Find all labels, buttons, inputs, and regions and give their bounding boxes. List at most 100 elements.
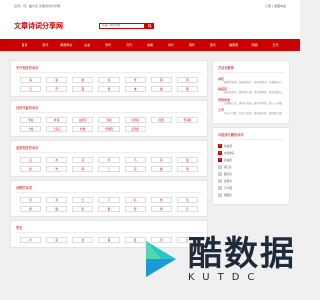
tag-link[interactable]: 义 [98, 197, 120, 203]
tag-link[interactable]: 月 [46, 86, 68, 92]
rank-item[interactable]: 8 雨霖铃 [218, 192, 284, 197]
tag-link[interactable]: 勇 [20, 206, 42, 212]
tag-link[interactable]: 秋 [72, 77, 94, 83]
rank-item[interactable]: 6 如梦令 [218, 178, 284, 183]
rank-title-text[interactable]: 将进酒 [224, 144, 232, 148]
rank-title-text[interactable]: 水调歌头 [224, 151, 234, 155]
recommend-item[interactable]: 登鹳雀楼 白日依山尽，黄河入海流。欲穷千里目，更上一层楼。 [218, 98, 284, 105]
nav-item[interactable]: 先秦 [77, 43, 98, 47]
recommend-item[interactable]: 春晓 春眠不觉晓，处处闻啼鸟。夜来风雨声，花落知多少。 [218, 77, 284, 84]
nav-item[interactable]: 清代 [160, 43, 181, 47]
recommend-item[interactable]: 静夜思 床前明月光，疑是地上霜。举头望明月，低头思故乡。 [218, 87, 284, 94]
tag-link[interactable]: 兰 [98, 166, 120, 172]
recommend-item[interactable]: 江雪 千山鸟飞绝，万径人踪灭。孤舟蓑笠翁，独钓寒江雪。 [218, 108, 284, 115]
tag-link[interactable]: 草 [98, 157, 120, 163]
rank-item[interactable]: 4 满江红 [218, 164, 284, 169]
tag-link[interactable]: 水 [46, 157, 68, 163]
tag-link[interactable]: 花 [72, 157, 94, 163]
tag-link[interactable]: 梅 [72, 166, 94, 172]
tag-link[interactable]: 礼 [124, 197, 146, 203]
tag-link[interactable]: 孟浩然 [124, 126, 146, 132]
tag-link[interactable]: 廉 [46, 206, 68, 212]
nav-item[interactable]: 魏晋南 [223, 43, 244, 47]
tag-link[interactable]: 李商隐 [98, 126, 120, 132]
rank-title-text[interactable]: 雨霖铃 [224, 193, 232, 197]
nav-item[interactable]: 现代 [202, 43, 223, 47]
tag-link[interactable]: 竹 [46, 166, 68, 172]
rank-title-text[interactable]: 如梦令 [224, 179, 232, 183]
rank-title-text[interactable]: 念奴娇 [224, 158, 232, 162]
tag-link[interactable]: 霜 [150, 86, 172, 92]
tag-link[interactable]: 雷 [98, 86, 120, 92]
tag-grid: 春夏秋冬雪雨风云月露雷电霜雾 [16, 77, 202, 92]
tag-link[interactable]: 耻 [72, 206, 94, 212]
tag-link[interactable]: 让 [176, 206, 198, 212]
nav-item[interactable]: 两晋南北 [56, 43, 77, 47]
tag-link[interactable]: 春 [20, 77, 42, 83]
nav-item[interactable]: 明代 [181, 43, 202, 47]
nav-item[interactable]: 五代 [265, 43, 286, 47]
tag-link[interactable]: 杜甫 [46, 117, 68, 123]
tag-link[interactable]: 山 [20, 157, 42, 163]
nav-item[interactable]: 元代 [119, 43, 140, 47]
tag-link[interactable]: 松 [20, 166, 42, 172]
rank-item[interactable]: 7 声声慢 [218, 185, 284, 190]
tag-link[interactable]: 李白 [20, 117, 42, 123]
tag-link[interactable]: 王安石 [46, 126, 68, 132]
nav-item[interactable]: 金朝 [140, 43, 161, 47]
rank-number: 7 [218, 185, 222, 190]
nav-item[interactable]: 首页 [14, 43, 35, 47]
tag-link[interactable]: 风 [176, 77, 198, 83]
search-input[interactable] [99, 22, 145, 29]
tag-link[interactable]: 忠 [20, 197, 42, 203]
tag-link[interactable]: 情 [98, 237, 120, 243]
tag-link[interactable]: 辛弃疾 [124, 117, 146, 123]
nav-item[interactable]: 宋代 [98, 43, 119, 47]
rank-title-text[interactable]: 满江红 [224, 165, 232, 169]
tag-link[interactable]: 云 [20, 86, 42, 92]
tag-link[interactable]: 孝 [46, 197, 68, 203]
site-logo[interactable]: 文章诗词分享网 [14, 21, 63, 31]
tag-link[interactable]: 李清照 [176, 117, 198, 123]
tag-link[interactable]: 王维 [20, 126, 42, 132]
rank-item[interactable]: 2 水调歌头 [218, 150, 284, 155]
tag-link[interactable]: 友 [72, 237, 94, 243]
tag-link[interactable]: 白居易 [72, 117, 94, 123]
tag-link[interactable]: 家 [46, 237, 68, 243]
tag-link[interactable]: 陆游 [150, 117, 172, 123]
top-bar-right[interactable]: 订阅 | 收藏本站 [265, 4, 286, 8]
tag-link[interactable]: 菊 [124, 166, 146, 172]
tag-link[interactable]: 雪 [124, 77, 146, 83]
tag-link[interactable]: 鸟 [124, 157, 146, 163]
tag-link[interactable]: 杜牧 [72, 126, 94, 132]
site-header: 文章诗词分享网 [0, 12, 300, 39]
tag-link[interactable]: 鱼 [150, 157, 172, 163]
tag-link[interactable]: 雾 [176, 86, 198, 92]
recommend-item-desc: 春眠不觉晓，处处闻啼鸟。夜来风雨声，花落知多少。 [224, 81, 285, 84]
rank-item[interactable]: 5 蝶恋花 [218, 171, 284, 176]
tag-link[interactable]: 苏轼 [98, 117, 120, 123]
category-title: 诗歌的诗词 [16, 185, 202, 193]
nav-item[interactable]: 唐代 [35, 43, 56, 47]
tag-link[interactable]: 俭 [124, 206, 146, 212]
tag-link[interactable]: 夏 [46, 77, 68, 83]
tag-link[interactable]: 勤 [98, 206, 120, 212]
tag-link[interactable]: 信 [176, 197, 198, 203]
rank-item[interactable]: 3 念奴娇 [218, 157, 284, 162]
tag-link[interactable]: 雨 [150, 77, 172, 83]
tag-link[interactable]: 智 [150, 197, 172, 203]
tag-link[interactable]: 电 [124, 86, 146, 92]
tag-link[interactable]: 冬 [98, 77, 120, 83]
rank-item[interactable]: 1 将进酒 [218, 143, 284, 148]
tag-link[interactable]: 乡 [20, 237, 42, 243]
tag-link[interactable]: 仁 [72, 197, 94, 203]
tag-link[interactable]: 柳 [150, 166, 172, 172]
tag-link[interactable]: 荷 [176, 166, 198, 172]
rank-title-text[interactable]: 蝶恋花 [224, 172, 232, 176]
search-button[interactable] [145, 22, 154, 29]
tag-link[interactable]: 恭 [150, 206, 172, 212]
nav-item[interactable]: 隋朝 [244, 43, 265, 47]
tag-link[interactable]: 露 [72, 86, 94, 92]
tag-link[interactable]: 虫 [176, 157, 198, 163]
rank-title-text[interactable]: 声声慢 [224, 186, 232, 190]
